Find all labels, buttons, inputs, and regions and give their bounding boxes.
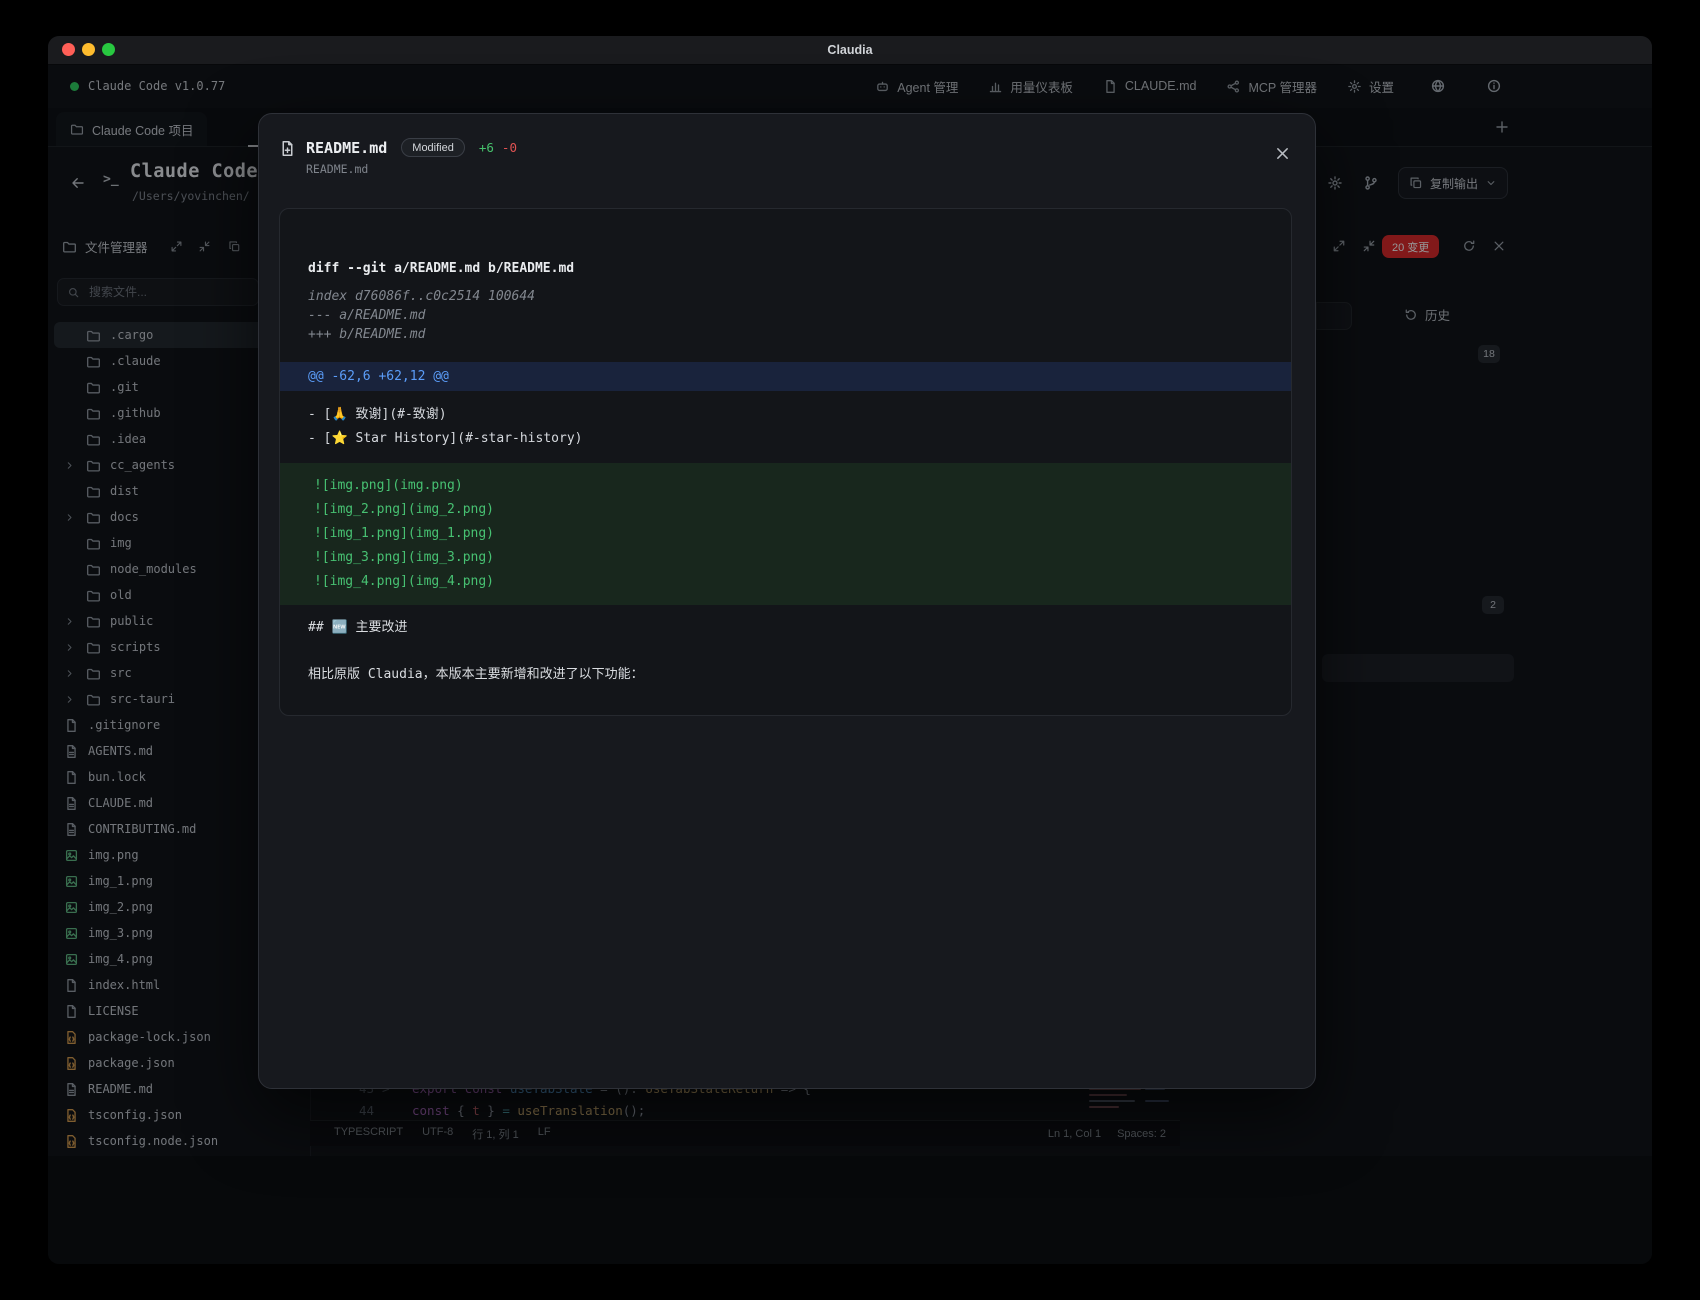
modal-title: README.md <box>306 139 387 157</box>
diff-meta-line: +++ b/README.md <box>308 325 1263 344</box>
diff-context-line: - [⭐ Star History](#-star-history) <box>308 427 1263 451</box>
titlebar: Claudia <box>48 36 1652 65</box>
diff-header-line: diff --git a/README.md b/README.md <box>308 259 1263 278</box>
diff-added-line: ![img_2.png](img_2.png) <box>280 498 1291 522</box>
window-title: Claudia <box>48 36 1652 64</box>
modified-status-badge: Modified <box>401 138 465 157</box>
diff-added-block: ![img.png](img.png)![img_2.png](img_2.pn… <box>280 463 1291 605</box>
diff-hunk-header: @@ -62,6 +62,12 @@ <box>280 362 1291 391</box>
diff-viewer: diff --git a/README.md b/README.md index… <box>279 208 1292 716</box>
diff-added-line: ![img.png](img.png) <box>280 474 1291 498</box>
diff-trailing-lines: ## 🆕 主要改进相比原版 Claudia，本版本主要新增和改进了以下功能： <box>280 618 1291 684</box>
diff-meta-lines: index d76086f..c0c2514 100644--- a/READM… <box>280 287 1291 344</box>
diff-added-line: ![img_3.png](img_3.png) <box>280 546 1291 570</box>
diff-context-lines: - [🙏 致谢](#-致谢)- [⭐ Star History](#-star-… <box>280 403 1291 451</box>
screen: Claudia Claude Code v1.0.77 Agent 管理用量仪表… <box>0 0 1700 1300</box>
diff-context-line: - [🙏 致谢](#-致谢) <box>308 403 1263 427</box>
diff-meta-line: --- a/README.md <box>308 306 1263 325</box>
diff-trailing-line: ## 🆕 主要改进 <box>308 618 1263 637</box>
deletions-count: -0 <box>502 140 517 155</box>
modal-subtitle: README.md <box>306 162 1264 176</box>
modal-header: README.md Modified +6 -0 README.md <box>259 114 1315 176</box>
diff-trailing-line: 相比原版 Claudia，本版本主要新增和改进了以下功能： <box>308 665 1263 684</box>
file-diff-icon <box>279 139 296 158</box>
diff-added-line: ![img_1.png](img_1.png) <box>280 522 1291 546</box>
diff-modal: README.md Modified +6 -0 README.md diff … <box>258 113 1316 1089</box>
diff-added-line: ![img_4.png](img_4.png) <box>280 570 1291 594</box>
additions-count: +6 <box>479 140 494 155</box>
close-icon[interactable] <box>1274 145 1291 162</box>
diff-meta-line: index d76086f..c0c2514 100644 <box>308 287 1263 306</box>
app-window: Claudia Claude Code v1.0.77 Agent 管理用量仪表… <box>48 36 1652 1264</box>
